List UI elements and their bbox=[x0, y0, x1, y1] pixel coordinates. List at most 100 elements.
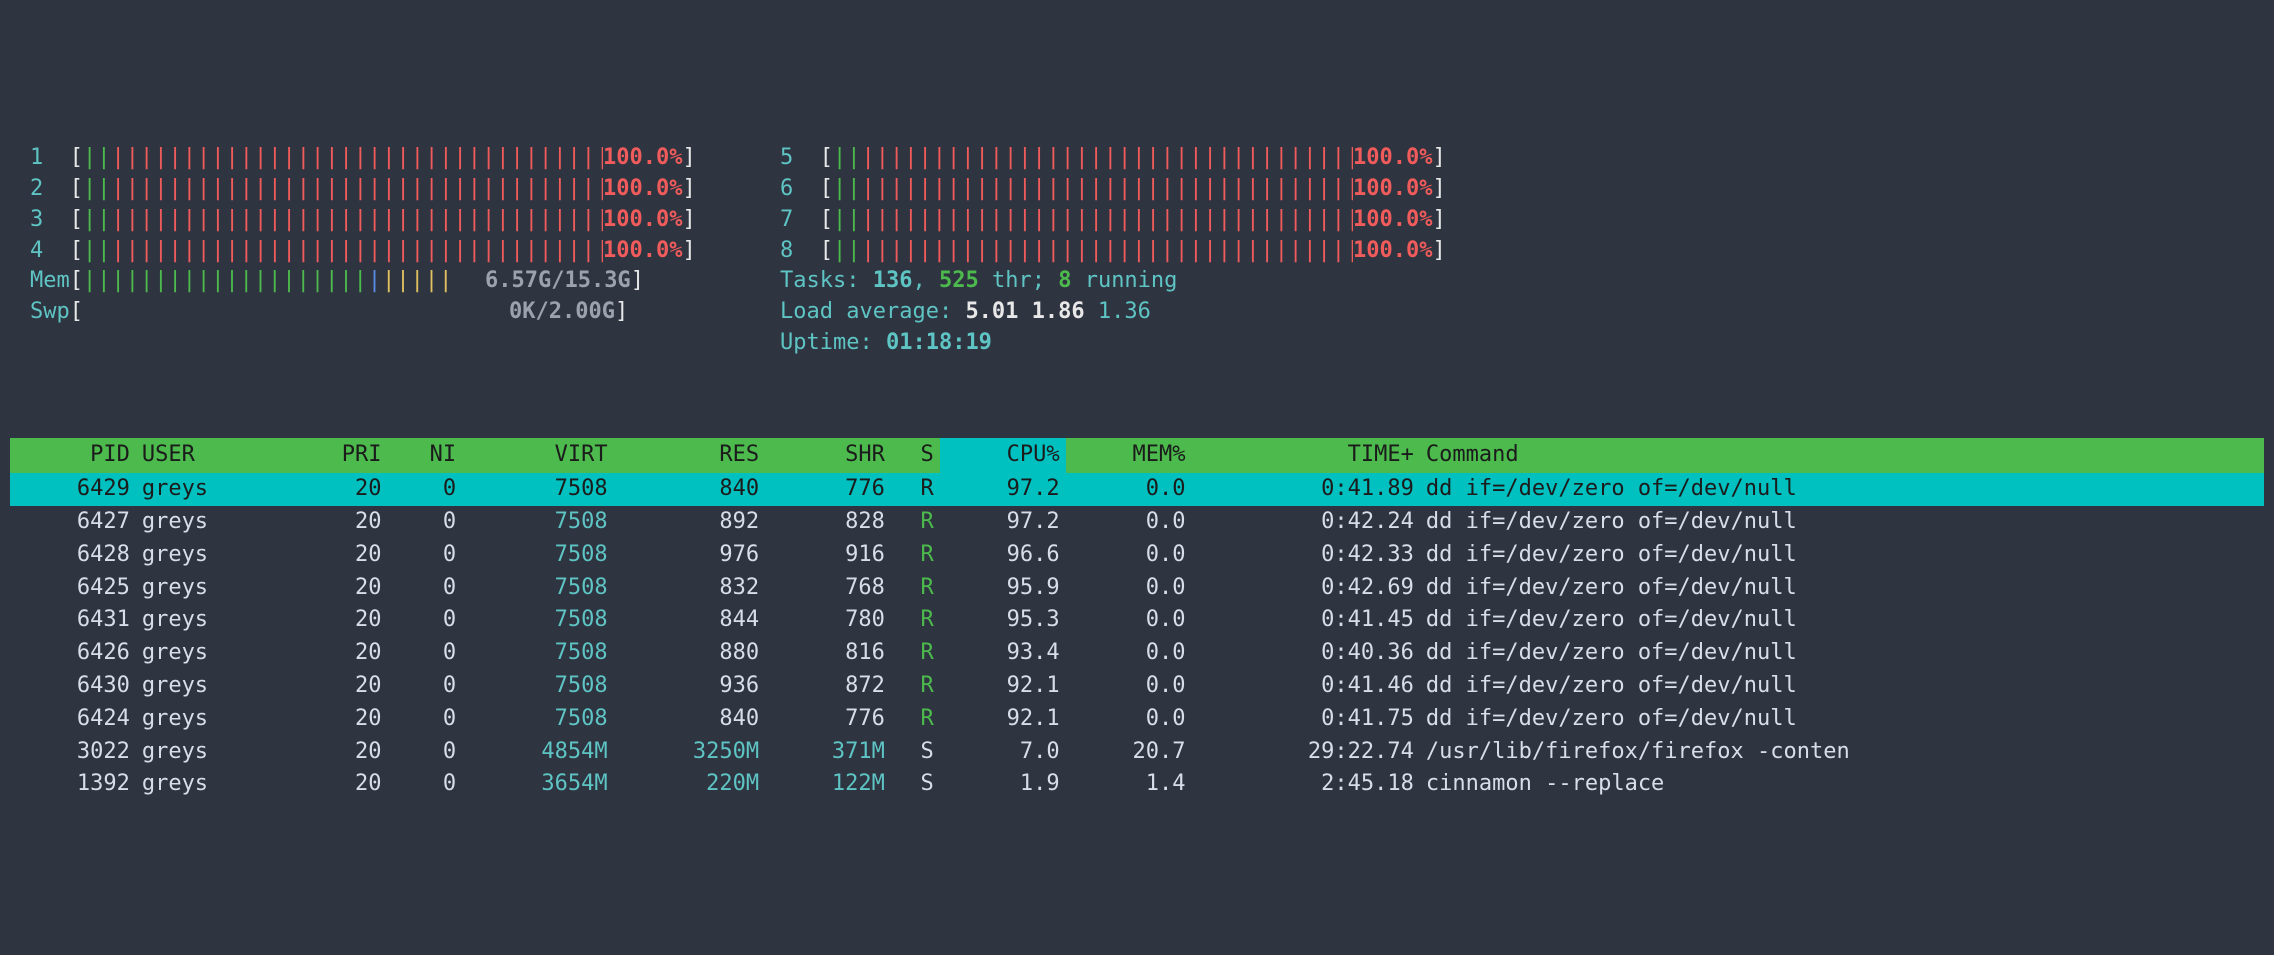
cell-shr: 828 bbox=[765, 506, 891, 539]
table-row[interactable]: 1392greys2003654M220M122MS1.91.42:45.18c… bbox=[10, 768, 2264, 801]
mem-meter: Mem[||||||||||||||||||||||||||6.57G/15.3… bbox=[30, 266, 720, 297]
table-row[interactable]: 6430greys2007508936872R92.10.00:41.46dd … bbox=[10, 670, 2264, 703]
cell-s: R bbox=[891, 506, 940, 539]
col-command[interactable]: Command bbox=[1420, 438, 2264, 473]
cell-shr: 780 bbox=[765, 604, 891, 637]
table-row[interactable]: 6429greys2007508840776R97.20.00:41.89dd … bbox=[10, 473, 2264, 506]
cpu-id: 5 bbox=[780, 143, 820, 174]
cell-user: greys bbox=[136, 604, 288, 637]
cell-cmd: cinnamon --replace bbox=[1420, 768, 2264, 801]
cell-time: 2:45.18 bbox=[1191, 768, 1419, 801]
cell-shr: 816 bbox=[765, 637, 891, 670]
sysinfo: Tasks: 136, 525 thr; 8 runningLoad avera… bbox=[780, 266, 1470, 358]
table-row[interactable]: 6425greys2007508832768R95.90.00:42.69dd … bbox=[10, 572, 2264, 605]
col-res[interactable]: RES bbox=[614, 438, 766, 473]
cell-cpu: 1.9 bbox=[940, 768, 1066, 801]
cell-cmd: dd if=/dev/zero of=/dev/null bbox=[1420, 670, 2264, 703]
col-pri[interactable]: PRI bbox=[287, 438, 387, 473]
cell-time: 0:40.36 bbox=[1191, 637, 1419, 670]
cell-res: 220M bbox=[614, 768, 766, 801]
col-ni[interactable]: NI bbox=[388, 438, 463, 473]
cell-s: R bbox=[891, 703, 940, 736]
cell-cpu: 92.1 bbox=[940, 703, 1066, 736]
col-cpu[interactable]: CPU% bbox=[940, 438, 1066, 473]
cell-ni: 0 bbox=[388, 637, 463, 670]
cell-s: S bbox=[891, 736, 940, 769]
col-pid[interactable]: PID bbox=[10, 438, 136, 473]
cell-time: 0:42.24 bbox=[1191, 506, 1419, 539]
cpu-meter-2: 2 [|||||||||||||||||||||||||||||||||||||… bbox=[30, 174, 720, 205]
col-virt[interactable]: VIRT bbox=[462, 438, 614, 473]
col-time[interactable]: TIME+ bbox=[1191, 438, 1419, 473]
cell-virt: 7508 bbox=[462, 670, 614, 703]
cell-pid: 6424 bbox=[10, 703, 136, 736]
cell-time: 0:42.33 bbox=[1191, 539, 1419, 572]
cpu-id: 6 bbox=[780, 174, 820, 205]
cell-pid: 6431 bbox=[10, 604, 136, 637]
process-table[interactable]: PIDUSERPRINIVIRTRESSHRSCPU%MEM%TIME+Comm… bbox=[10, 438, 2264, 801]
cell-time: 0:42.69 bbox=[1191, 572, 1419, 605]
cell-cmd: dd if=/dev/zero of=/dev/null bbox=[1420, 539, 2264, 572]
cell-user: greys bbox=[136, 506, 288, 539]
cell-mem: 20.7 bbox=[1066, 736, 1192, 769]
cell-shr: 768 bbox=[765, 572, 891, 605]
col-mem[interactable]: MEM% bbox=[1066, 438, 1192, 473]
cell-cmd: dd if=/dev/zero of=/dev/null bbox=[1420, 703, 2264, 736]
table-header-row[interactable]: PIDUSERPRINIVIRTRESSHRSCPU%MEM%TIME+Comm… bbox=[10, 438, 2264, 473]
cell-virt: 7508 bbox=[462, 539, 614, 572]
cell-shr: 371M bbox=[765, 736, 891, 769]
cpu-meter-6: 6 [|||||||||||||||||||||||||||||||||||||… bbox=[780, 174, 1470, 205]
cell-ni: 0 bbox=[388, 703, 463, 736]
table-row[interactable]: 6426greys2007508880816R93.40.00:40.36dd … bbox=[10, 637, 2264, 670]
col-s[interactable]: S bbox=[891, 438, 940, 473]
cpu-id: 1 bbox=[30, 143, 70, 174]
cell-ni: 0 bbox=[388, 539, 463, 572]
table-row[interactable]: 6424greys2007508840776R92.10.00:41.75dd … bbox=[10, 703, 2264, 736]
cell-time: 0:41.75 bbox=[1191, 703, 1419, 736]
cpu-pct: 100.0% bbox=[1353, 205, 1432, 236]
cell-res: 3250M bbox=[614, 736, 766, 769]
cell-pri: 20 bbox=[287, 670, 387, 703]
cell-res: 832 bbox=[614, 572, 766, 605]
cell-pid: 6430 bbox=[10, 670, 136, 703]
table-body[interactable]: 6429greys2007508840776R97.20.00:41.89dd … bbox=[10, 473, 2264, 801]
cell-ni: 0 bbox=[388, 768, 463, 801]
cell-cpu: 93.4 bbox=[940, 637, 1066, 670]
cpu-pct: 100.0% bbox=[1353, 143, 1432, 174]
cpu-id: 7 bbox=[780, 205, 820, 236]
cell-ni: 0 bbox=[388, 604, 463, 637]
cell-mem: 0.0 bbox=[1066, 604, 1192, 637]
cell-pid: 6426 bbox=[10, 637, 136, 670]
cell-pid: 1392 bbox=[10, 768, 136, 801]
cell-user: greys bbox=[136, 670, 288, 703]
swp-meter: Swp[0K/2.00G] bbox=[30, 297, 720, 328]
cell-time: 0:41.46 bbox=[1191, 670, 1419, 703]
cell-res: 840 bbox=[614, 473, 766, 506]
cpu-pct: 100.0% bbox=[1353, 236, 1432, 267]
table-row[interactable]: 3022greys2004854M3250M371MS7.020.729:22.… bbox=[10, 736, 2264, 769]
cpu-id: 4 bbox=[30, 236, 70, 267]
col-shr[interactable]: SHR bbox=[765, 438, 891, 473]
cell-virt: 7508 bbox=[462, 703, 614, 736]
cell-s: R bbox=[891, 572, 940, 605]
cell-pid: 6427 bbox=[10, 506, 136, 539]
cell-cpu: 92.1 bbox=[940, 670, 1066, 703]
cell-user: greys bbox=[136, 703, 288, 736]
cell-s: R bbox=[891, 604, 940, 637]
cpu-pct: 100.0% bbox=[603, 236, 682, 267]
cpu-meter-8: 8 [|||||||||||||||||||||||||||||||||||||… bbox=[780, 236, 1470, 267]
cell-virt: 3654M bbox=[462, 768, 614, 801]
table-row[interactable]: 6427greys2007508892828R97.20.00:42.24dd … bbox=[10, 506, 2264, 539]
cell-res: 976 bbox=[614, 539, 766, 572]
cell-mem: 0.0 bbox=[1066, 703, 1192, 736]
table-row[interactable]: 6431greys2007508844780R95.30.00:41.45dd … bbox=[10, 604, 2264, 637]
cell-mem: 1.4 bbox=[1066, 768, 1192, 801]
cpu-meter-3: 3 [|||||||||||||||||||||||||||||||||||||… bbox=[30, 205, 720, 236]
table-row[interactable]: 6428greys2007508976916R96.60.00:42.33dd … bbox=[10, 539, 2264, 572]
tasks-line: Tasks: 136, 525 thr; 8 running bbox=[780, 266, 1470, 297]
cell-user: greys bbox=[136, 572, 288, 605]
cell-cpu: 96.6 bbox=[940, 539, 1066, 572]
col-user[interactable]: USER bbox=[136, 438, 288, 473]
cell-s: R bbox=[891, 539, 940, 572]
cpu-pct: 100.0% bbox=[603, 143, 682, 174]
